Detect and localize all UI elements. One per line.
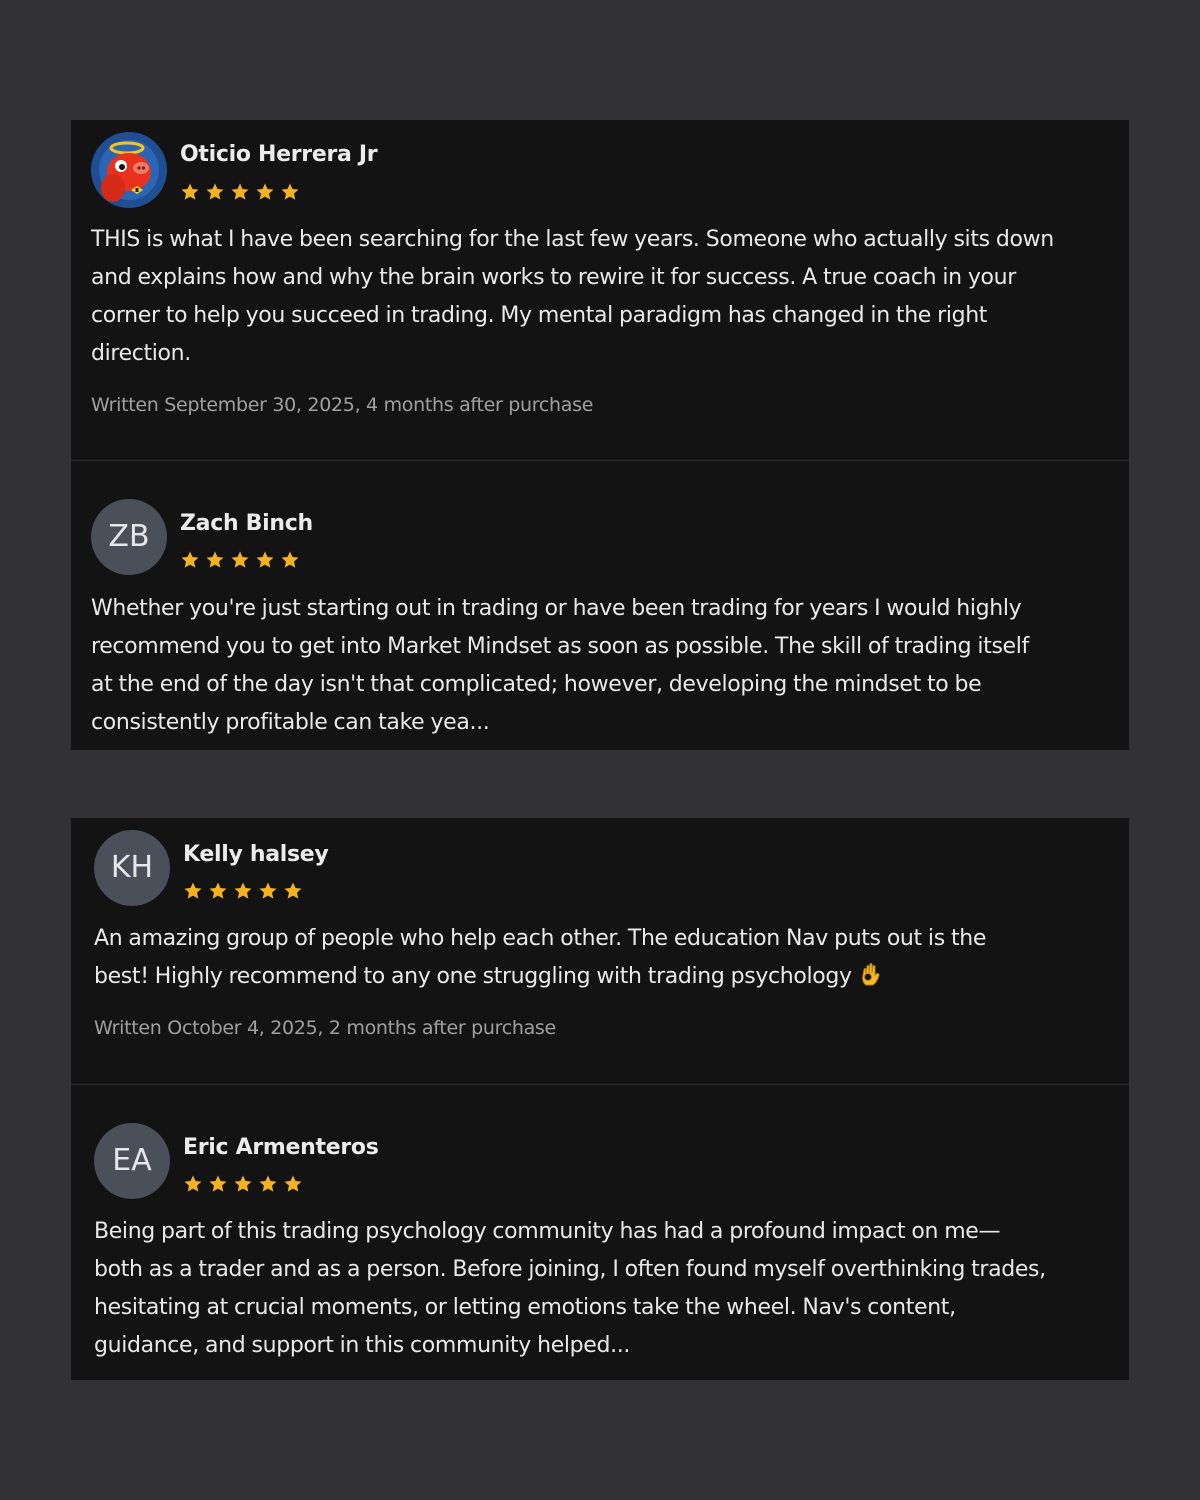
star-icon bbox=[206, 183, 224, 200]
review-meta: Written October 4, 2025, 2 months after … bbox=[94, 1017, 556, 1039]
star-icon bbox=[234, 1175, 252, 1192]
star-icon bbox=[259, 1175, 277, 1192]
star-icon bbox=[181, 183, 199, 200]
reviewer-name[interactable]: Kelly halsey bbox=[183, 842, 329, 867]
star-icon bbox=[231, 551, 249, 568]
star-rating bbox=[180, 182, 305, 202]
star-icon bbox=[206, 551, 224, 568]
review-text: Being part of this trading psychology co… bbox=[94, 1219, 1046, 1358]
star-icon bbox=[181, 551, 199, 568]
review-item: Oticio Herrera Jr THIS is what I have be… bbox=[71, 120, 1129, 460]
star-icon bbox=[256, 183, 274, 200]
review-text-content: An amazing group of people who help each… bbox=[94, 926, 987, 989]
star-rating bbox=[183, 1174, 308, 1194]
star-icon bbox=[184, 882, 202, 899]
review-card: KH Kelly halsey An amazing group of peop… bbox=[71, 818, 1129, 1380]
review-meta: Written September 30, 2025, 4 months aft… bbox=[91, 394, 594, 416]
reviewer-name[interactable]: Zach Binch bbox=[180, 511, 313, 536]
review-card: Oticio Herrera Jr THIS is what I have be… bbox=[71, 120, 1129, 750]
star-icon bbox=[256, 551, 274, 568]
review-item: EA Eric Armenteros Being part of this tr… bbox=[71, 1085, 1129, 1380]
avatar[interactable]: EA bbox=[94, 1123, 170, 1199]
star-icon bbox=[209, 1175, 227, 1192]
avatar[interactable]: KH bbox=[94, 830, 170, 906]
star-icon bbox=[184, 1175, 202, 1192]
ok-hand-emoji-icon bbox=[860, 961, 882, 1000]
star-rating bbox=[183, 881, 308, 901]
star-icon bbox=[284, 882, 302, 899]
star-icon bbox=[234, 882, 252, 899]
star-icon bbox=[281, 183, 299, 200]
star-icon bbox=[281, 551, 299, 568]
reviewer-name[interactable]: Eric Armenteros bbox=[183, 1135, 379, 1160]
review-text: THIS is what I have been searching for t… bbox=[91, 227, 1054, 366]
star-icon bbox=[284, 1175, 302, 1192]
avatar[interactable]: ZB bbox=[91, 499, 167, 575]
star-icon bbox=[231, 183, 249, 200]
review-item: ZB Zach Binch Whether you're just starti… bbox=[71, 461, 1129, 750]
review-text: Whether you're just starting out in trad… bbox=[91, 596, 1029, 735]
star-icon bbox=[259, 882, 277, 899]
star-rating bbox=[180, 550, 305, 570]
review-text: An amazing group of people who help each… bbox=[94, 920, 1124, 1000]
reviewer-name[interactable]: Oticio Herrera Jr bbox=[180, 142, 378, 167]
star-icon bbox=[209, 882, 227, 899]
review-item: KH Kelly halsey An amazing group of peop… bbox=[71, 818, 1129, 1084]
cartoon-pig-avatar-icon[interactable] bbox=[91, 132, 167, 208]
